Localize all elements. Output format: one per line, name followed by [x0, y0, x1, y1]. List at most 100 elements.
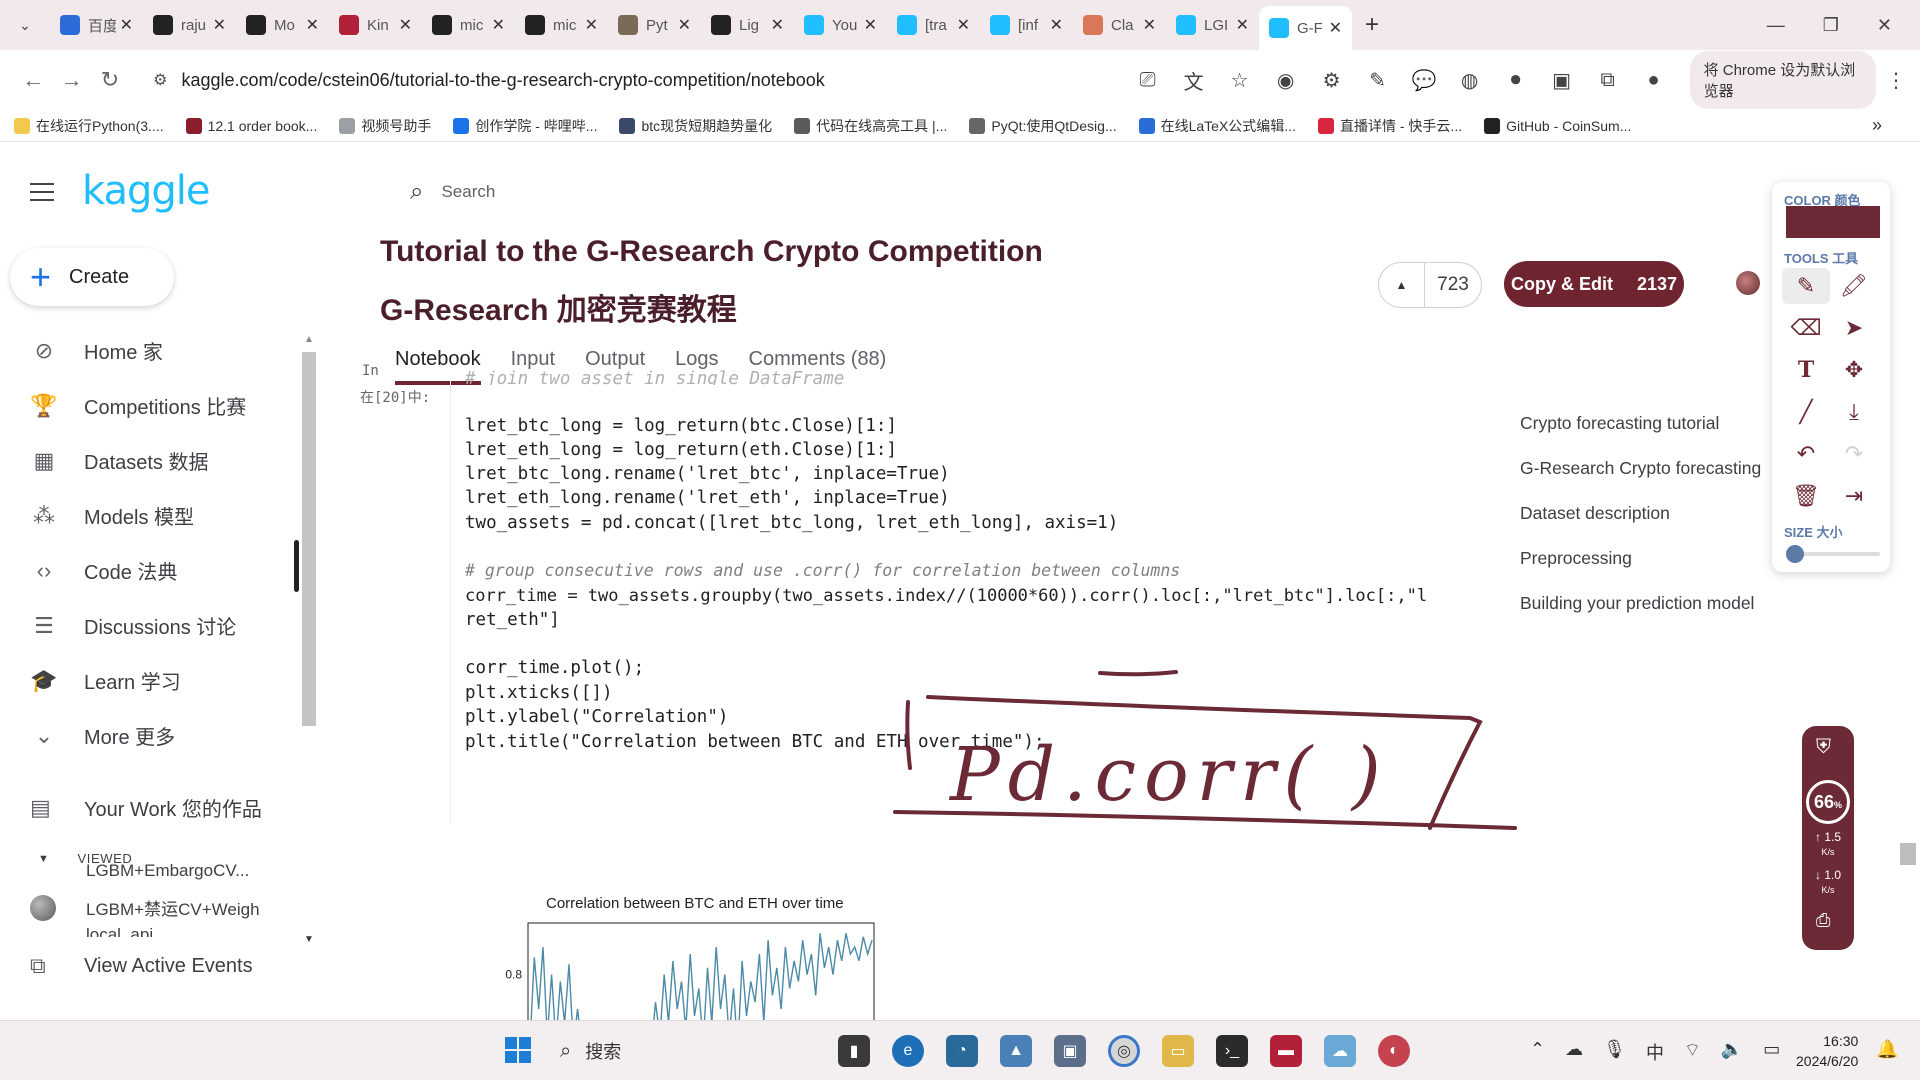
browser-tab[interactable]: raju ✕	[143, 7, 236, 43]
text-tool-icon[interactable]: T	[1782, 352, 1830, 388]
browser-tab[interactable]: Mo ✕	[236, 7, 329, 43]
bookmark-item[interactable]: 代码在线高亮工具 |...	[794, 116, 947, 136]
browser-tab[interactable]: mic ✕	[422, 7, 515, 43]
pencil-icon[interactable]: ✎	[1782, 268, 1830, 304]
extension-icon[interactable]: ▣	[1550, 68, 1574, 93]
back-icon[interactable]: ←	[14, 67, 52, 93]
more-menu-icon[interactable]: ⋮	[1886, 68, 1906, 93]
browser-tab[interactable]: mic ✕	[515, 7, 608, 43]
sidebar-item-code[interactable]: ‹› Code 法典	[0, 543, 300, 598]
chat-app-icon[interactable]: ◔	[946, 1035, 978, 1067]
undo-icon[interactable]: ↶	[1782, 436, 1830, 472]
toc-item[interactable]: Dataset description	[1520, 503, 1761, 548]
clock[interactable]: 16:30 2024/6/20	[1796, 1031, 1858, 1071]
sidebar-item-your-work[interactable]: ▤ Your Work 您的作品	[30, 793, 262, 822]
browser-tab[interactable]: G-F ✕	[1259, 6, 1352, 50]
network-speed-widget[interactable]: ⛨ 66% ↑ 1.5 K/s ↓ 1.0 K/s ⎙	[1802, 726, 1854, 950]
close-tab-icon[interactable]: ✕	[678, 15, 691, 35]
bookmark-item[interactable]: 12.1 order book...	[185, 117, 317, 134]
sidebar-item-discussion[interactable]: ☰ Discussions 讨论	[0, 598, 300, 653]
size-slider[interactable]	[1786, 545, 1880, 563]
viewed-item[interactable]: local_api	[86, 925, 153, 937]
minimize-icon[interactable]: —	[1767, 15, 1785, 36]
taskbar-search[interactable]: ⌕ 搜索	[560, 1033, 820, 1069]
search-bar[interactable]: ⌕ Search	[410, 178, 495, 206]
pen-extension-icon[interactable]: ✎	[1366, 68, 1390, 93]
menu-icon[interactable]	[30, 183, 54, 201]
sidebar-scrollbar[interactable]: ▲ ▼	[300, 334, 318, 945]
bookmark-item[interactable]: PyQt:使用QtDesig...	[969, 116, 1117, 136]
close-tab-icon[interactable]: ✕	[1143, 15, 1156, 35]
extensions-puzzle-icon[interactable]: ⧉	[1596, 69, 1620, 92]
bookmark-item[interactable]: 视频号助手	[339, 116, 431, 136]
app-icon[interactable]: ◐	[1378, 1035, 1410, 1067]
close-tab-icon[interactable]: ✕	[492, 15, 505, 35]
bookmark-item[interactable]: 在线LaTeX公式编辑...	[1138, 116, 1296, 136]
trash-icon[interactable]: 🗑	[1782, 478, 1830, 514]
browser-tab[interactable]: [inf ✕	[980, 7, 1073, 43]
windows-start-icon[interactable]	[505, 1037, 531, 1063]
translate-icon[interactable]: 文	[1182, 66, 1206, 95]
ime-indicator[interactable]: 中	[1646, 1039, 1664, 1065]
sidebar-item-trophy[interactable]: 🏆 Competitions 比赛	[0, 378, 300, 433]
bookmark-item[interactable]: 在线运行Python(3....	[14, 116, 164, 136]
close-tab-icon[interactable]: ✕	[213, 15, 226, 35]
size-slider-knob[interactable]	[1786, 545, 1804, 563]
chrome-icon[interactable]: ◎	[1108, 1035, 1140, 1067]
restore-icon[interactable]: ❐	[1823, 15, 1839, 36]
view-active-events-link[interactable]: ⧉ View Active Events	[30, 953, 253, 979]
extension-icon[interactable]: ⚙	[1320, 68, 1344, 93]
close-tab-icon[interactable]: ✕	[771, 15, 784, 35]
browser-tab[interactable]: Cla ✕	[1073, 7, 1166, 43]
extension-icon[interactable]: ◍	[1458, 68, 1482, 93]
record-extension-icon[interactable]: ⏺	[1504, 69, 1528, 92]
scroll-down-icon[interactable]: ▼	[304, 934, 314, 945]
close-tab-icon[interactable]: ✕	[399, 15, 412, 35]
volume-icon[interactable]: 🔈	[1721, 1039, 1743, 1065]
reload-icon[interactable]: ↻	[91, 67, 129, 93]
tray-expand-icon[interactable]: ⌃	[1530, 1039, 1545, 1065]
bookmarks-overflow-icon[interactable]: »	[1872, 115, 1882, 136]
terminal-icon[interactable]: ›_	[1216, 1035, 1248, 1067]
toc-item[interactable]: G-Research Crypto forecasting	[1520, 458, 1761, 503]
file-app-icon[interactable]: ▮	[838, 1035, 870, 1067]
install-app-icon[interactable]: ⎚	[1136, 69, 1160, 92]
browser-tab[interactable]: LGI ✕	[1166, 7, 1259, 43]
cursor-icon[interactable]: ➤	[1830, 310, 1878, 346]
edge-browser-icon[interactable]: e	[892, 1035, 924, 1067]
sidebar-item-school[interactable]: 🎓 Learn 学习	[0, 653, 300, 708]
bookmark-item[interactable]: GitHub - CoinSum...	[1484, 117, 1631, 134]
scroll-up-icon[interactable]: ▲	[304, 334, 314, 345]
red-app-icon[interactable]: ▬	[1270, 1035, 1302, 1067]
sidebar-item-chevron-down[interactable]: ⌄ More 更多	[0, 708, 300, 763]
close-tab-icon[interactable]: ✕	[585, 15, 598, 35]
toc-item[interactable]: Crypto forecasting tutorial	[1520, 413, 1761, 458]
url-field[interactable]: ⚙ kaggle.com/code/cstein06/tutorial-to-t…	[137, 60, 967, 100]
site-info-icon[interactable]: ⚙	[153, 70, 167, 90]
toc-item[interactable]: Preprocessing	[1520, 548, 1761, 593]
onedrive-icon[interactable]: ☁	[1565, 1039, 1583, 1065]
cloud-app-icon[interactable]: ☁	[1324, 1035, 1356, 1067]
extension-icon[interactable]: ◉	[1274, 68, 1298, 93]
close-tab-icon[interactable]: ✕	[306, 15, 319, 35]
close-tab-icon[interactable]: ✕	[120, 15, 133, 35]
sidebar-scroll-thumb[interactable]	[302, 352, 316, 726]
camera-icon[interactable]: ⎙	[1816, 910, 1830, 931]
battery-icon[interactable]: ▭	[1763, 1039, 1780, 1065]
create-button[interactable]: + Create	[10, 248, 174, 306]
close-tab-icon[interactable]: ✕	[1236, 15, 1249, 35]
set-default-browser-button[interactable]: 将 Chrome 设为默认浏览器	[1689, 51, 1877, 109]
tab-search-chevron-icon[interactable]: ⌄	[0, 0, 50, 50]
sidebar-item-models[interactable]: ⁂ Models 模型	[0, 488, 300, 543]
eraser-icon[interactable]: ⌫	[1782, 310, 1830, 346]
new-tab-button[interactable]: +	[1352, 11, 1392, 39]
search-input[interactable]: Search	[441, 182, 495, 202]
browser-tab[interactable]: Lig ✕	[701, 7, 794, 43]
download-icon[interactable]: ⤓	[1830, 394, 1878, 430]
profile-avatar[interactable]: ●	[1642, 69, 1666, 92]
file-explorer-icon[interactable]: ▭	[1162, 1035, 1194, 1067]
chat-extension-icon[interactable]: 💬	[1412, 68, 1437, 93]
photos-app-icon[interactable]: ▲	[1000, 1035, 1032, 1067]
bookmark-item[interactable]: btc现货短期趋势量化	[619, 116, 772, 136]
microphone-icon[interactable]: 🎙	[1603, 1039, 1626, 1065]
